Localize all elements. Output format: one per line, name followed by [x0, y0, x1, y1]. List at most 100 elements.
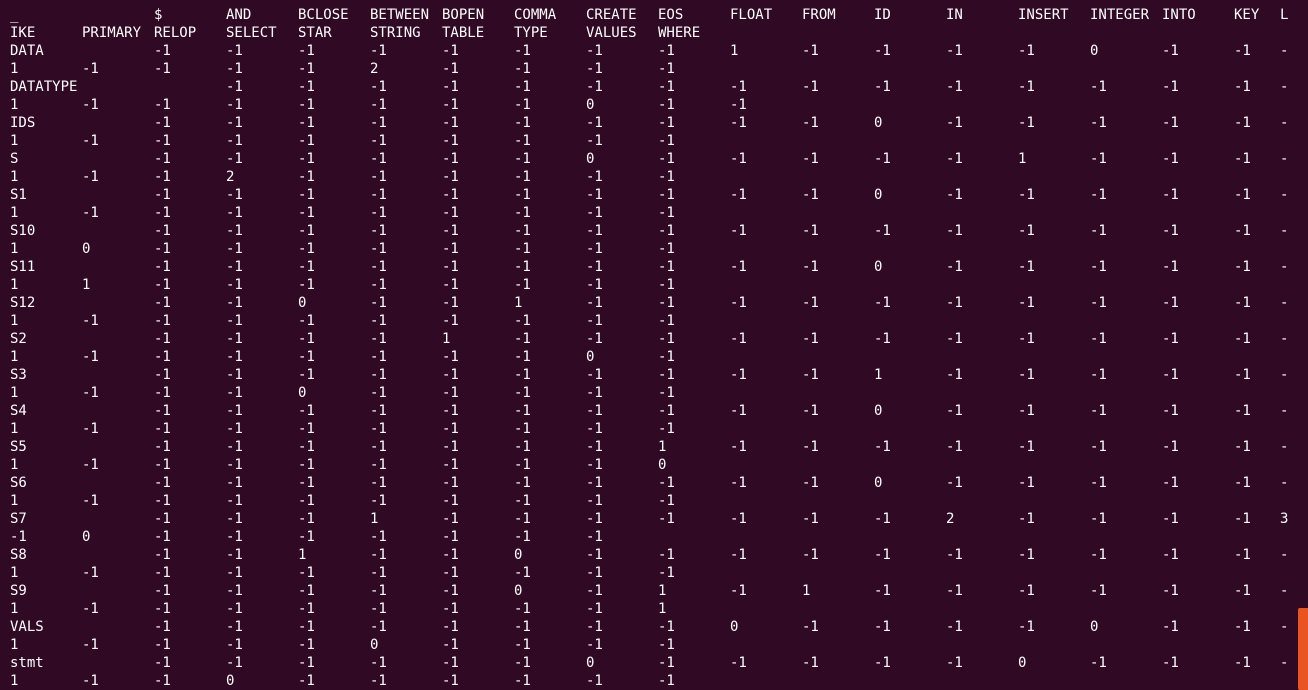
table-cell: -	[1280, 79, 1289, 95]
table-cell: 1	[10, 133, 19, 149]
table-cell: -1	[298, 79, 315, 95]
table-cell: S11	[10, 259, 36, 275]
table-cell: -1	[298, 151, 315, 167]
table-cell: -1	[514, 637, 531, 653]
table-cell: -1	[946, 151, 963, 167]
table-cell: -1	[298, 61, 315, 77]
table-cell: TABLE	[442, 25, 485, 41]
table-cell: 1	[1018, 151, 1027, 167]
terminal-window[interactable]: _ $ AND BCLOSE BETWEEN BOPEN COMMA CREATE EOS FLO…	[0, 0, 1308, 690]
table-cell: -1	[226, 79, 243, 95]
table-cell: -1	[1018, 223, 1035, 239]
table-cell: -1	[658, 61, 675, 77]
table-cell: -	[1280, 475, 1289, 491]
table-cell: -1	[514, 277, 531, 293]
table-cell: -1	[442, 205, 459, 221]
table-cell: -1	[298, 97, 315, 113]
table-cell: -1	[514, 529, 531, 545]
table-cell: -1	[154, 97, 171, 113]
table-cell: -1	[586, 583, 603, 599]
table-cell: -1	[442, 187, 459, 203]
table-cell: -1	[586, 421, 603, 437]
table-cell: -	[1280, 115, 1289, 131]
table-cell: -1	[730, 547, 747, 563]
table-cell: -	[1280, 403, 1289, 419]
table-cell: -1	[298, 421, 315, 437]
table-cell: EOS	[658, 7, 684, 23]
table-cell: -1	[658, 79, 675, 95]
table-cell: -1	[1162, 115, 1179, 131]
table-cell: -1	[226, 493, 243, 509]
table-cell: -1	[874, 79, 891, 95]
table-cell: -1	[1234, 295, 1251, 311]
table-cell: -1	[298, 205, 315, 221]
table-cell: -1	[154, 259, 171, 275]
table-cell: 1	[10, 601, 19, 617]
table-cell: S12	[10, 295, 36, 311]
table-cell: 0	[586, 655, 595, 671]
table-cell: -1	[586, 313, 603, 329]
table-cell: 0	[298, 295, 307, 311]
table-cell: -1	[154, 277, 171, 293]
table-cell: -1	[586, 331, 603, 347]
table-cell: -1	[82, 97, 99, 113]
table-cell: -1	[226, 457, 243, 473]
table-cell: -1	[298, 493, 315, 509]
table-cell: -1	[1234, 475, 1251, 491]
table-cell: -1	[658, 43, 675, 59]
table-cell: -1	[226, 367, 243, 383]
table-cell: -1	[586, 79, 603, 95]
table-cell: 1	[10, 241, 19, 257]
table-cell: -1	[946, 403, 963, 419]
table-cell: -1	[1234, 403, 1251, 419]
table-cell: -1	[442, 583, 459, 599]
table-cell: -1	[586, 547, 603, 563]
table-cell: INSERT	[1018, 7, 1069, 23]
table-cell: -1	[226, 349, 243, 365]
table-cell: -1	[154, 331, 171, 347]
table-cell: -1	[154, 61, 171, 77]
table-cell: -1	[514, 565, 531, 581]
table-cell: -1	[658, 547, 675, 563]
table-cell: -1	[586, 439, 603, 455]
table-cell: -1	[802, 115, 819, 131]
table-cell: -1	[514, 385, 531, 401]
table-cell: -1	[730, 511, 747, 527]
table-cell: VALS	[10, 619, 44, 635]
table-cell: -1	[946, 583, 963, 599]
table-cell: 1	[10, 637, 19, 653]
table-cell: -1	[586, 169, 603, 185]
table-cell: 1	[10, 457, 19, 473]
table-cell: S4	[10, 403, 27, 419]
table-cell: -1	[154, 187, 171, 203]
table-cell: -1	[154, 295, 171, 311]
table-cell: -1	[514, 619, 531, 635]
table-cell: -1	[154, 565, 171, 581]
table-cell: -1	[1090, 583, 1107, 599]
table-cell: -1	[370, 439, 387, 455]
table-cell: 1	[658, 583, 667, 599]
table-cell: -1	[514, 259, 531, 275]
table-cell: -1	[1162, 295, 1179, 311]
table-cell: -1	[1018, 43, 1035, 59]
table-cell: -1	[82, 61, 99, 77]
table-cell: -1	[946, 295, 963, 311]
scrollbar-thumb[interactable]	[1298, 608, 1308, 690]
table-cell: -1	[1162, 79, 1179, 95]
table-cell: -1	[946, 475, 963, 491]
table-cell: -1	[730, 115, 747, 131]
table-cell: PRIMARY	[82, 25, 142, 41]
table-cell: -1	[298, 133, 315, 149]
table-cell: -1	[514, 475, 531, 491]
table-cell: BCLOSE	[298, 7, 349, 23]
table-cell: 0	[1090, 43, 1099, 59]
table-cell: 0	[586, 349, 595, 365]
table-cell: -1	[1234, 187, 1251, 203]
table-cell: -1	[1090, 655, 1107, 671]
table-cell: -1	[514, 61, 531, 77]
table-cell: -1	[802, 475, 819, 491]
table-cell: -1	[514, 133, 531, 149]
table-cell: STRING	[370, 25, 421, 41]
table-cell: -1	[802, 547, 819, 563]
table-cell: -1	[1162, 43, 1179, 59]
